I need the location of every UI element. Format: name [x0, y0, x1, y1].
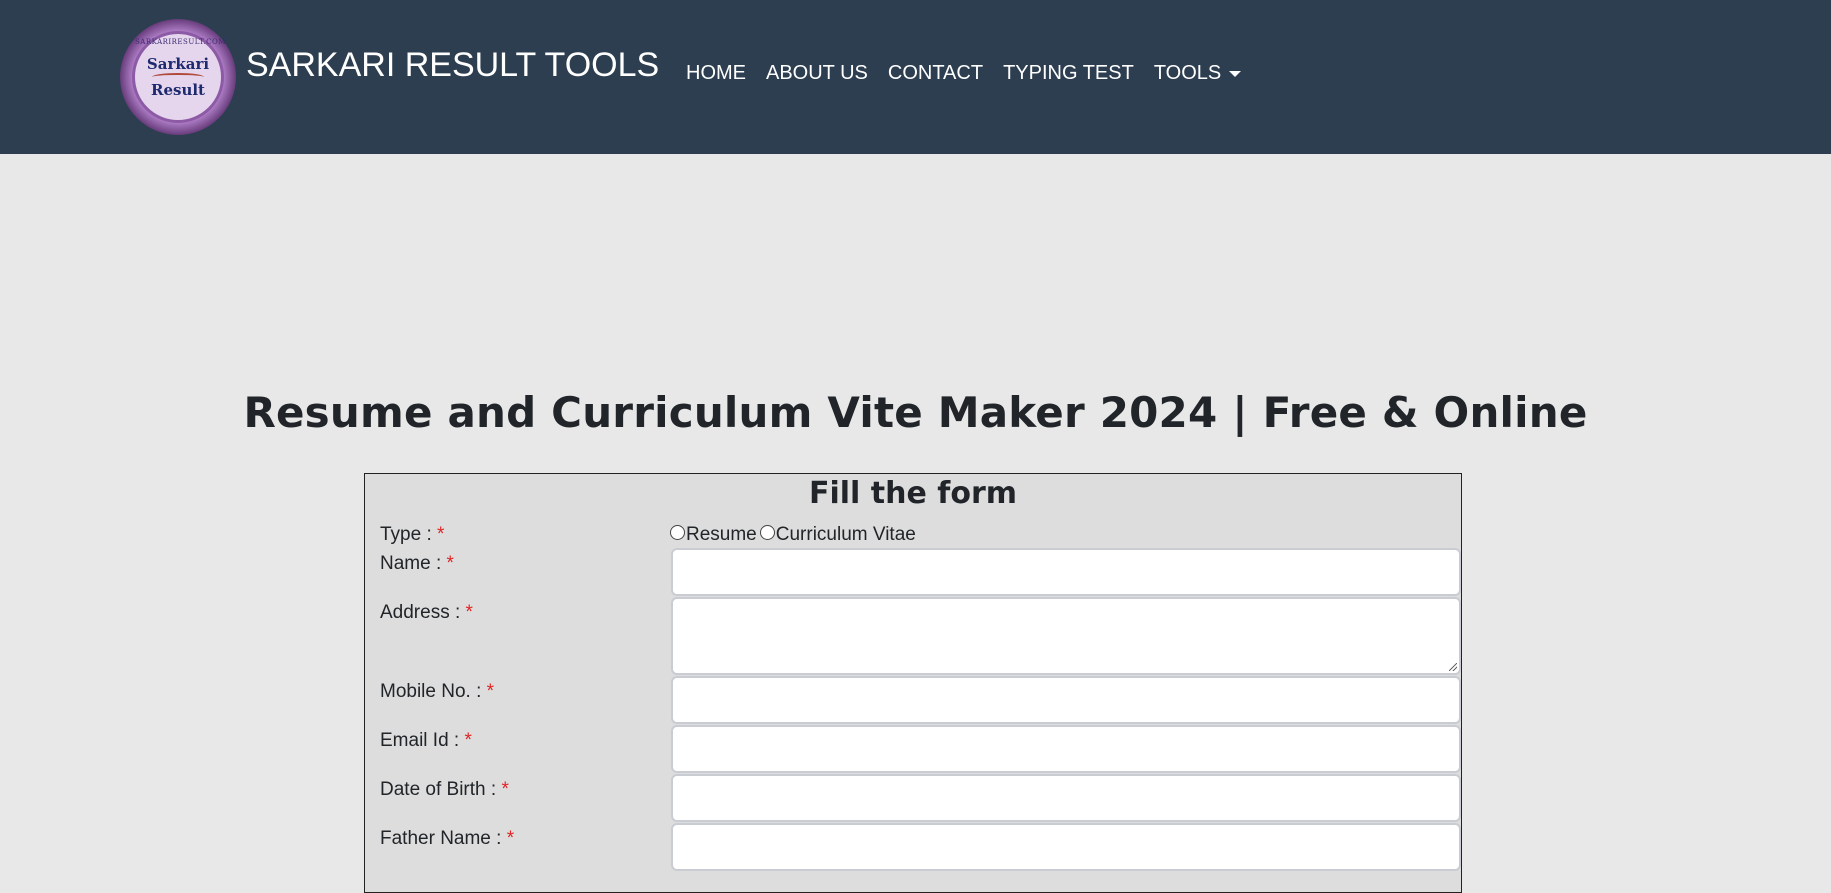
site-logo[interactable]: SARKARIRESULT.COM Sarkari Result	[120, 19, 236, 135]
address-label-text: Address :	[380, 602, 466, 623]
required-mark: *	[506, 828, 515, 849]
radio-cv-label[interactable]: Curriculum Vitae	[776, 524, 916, 546]
mobile-label-text: Mobile No. :	[380, 681, 487, 702]
caret-down-icon	[1229, 70, 1242, 77]
father-label-text: Father Name :	[380, 828, 507, 849]
nav-typing-test[interactable]: TYPING TEST	[1003, 62, 1134, 85]
form-heading: Fill the form	[809, 476, 1017, 511]
required-mark: *	[501, 779, 509, 800]
nav-home-label: HOME	[686, 62, 746, 84]
radio-resume-label[interactable]: Resume	[686, 524, 757, 546]
required-mark: *	[465, 602, 473, 623]
dob-row: Date of Birth : *	[380, 774, 1461, 827]
mobile-input[interactable]	[671, 676, 1461, 724]
type-radio-group: Resume Curriculum Vitae	[670, 524, 916, 546]
name-input[interactable]	[671, 548, 1461, 596]
email-label: Email Id : *	[380, 730, 472, 752]
nav-tools-label: TOOLS	[1153, 62, 1222, 84]
logo-top-word: Sarkari	[146, 55, 210, 73]
dob-input[interactable]	[671, 774, 1461, 822]
nav-contact-label: CONTACT	[887, 62, 984, 84]
email-input[interactable]	[671, 725, 1461, 773]
address-row: Address : *	[380, 597, 1461, 680]
type-label: Type : *	[380, 524, 444, 546]
nav-about-label: ABOUT US	[766, 62, 868, 84]
father-label: Father Name : *	[380, 828, 514, 850]
page-title: Resume and Curriculum Vite Maker 2024 | …	[243, 388, 1588, 437]
logo-wave-icon	[152, 73, 204, 81]
father-row: Father Name : *	[380, 823, 1461, 876]
required-mark: *	[464, 730, 472, 751]
required-mark: *	[446, 553, 454, 574]
resize-grip-icon[interactable]	[1449, 663, 1457, 671]
brand-name[interactable]: SARKARI RESULT TOOLS	[246, 46, 659, 85]
required-mark: *	[437, 524, 445, 545]
type-label-text: Type :	[380, 524, 438, 545]
nav-home[interactable]: HOME	[686, 62, 746, 85]
address-label: Address : *	[380, 602, 473, 624]
type-row: Type : * Resume Curriculum Vitae	[380, 524, 1447, 548]
dob-label: Date of Birth : *	[380, 779, 509, 801]
nav-tools-dropdown[interactable]: TOOLS	[1153, 62, 1242, 85]
name-label-text: Name :	[380, 553, 447, 574]
father-name-input[interactable]	[671, 823, 1461, 871]
name-row: Name : *	[380, 548, 1461, 601]
mobile-row: Mobile No. : *	[380, 676, 1461, 729]
main-nav: HOME ABOUT US CONTACT TYPING TEST TOOLS	[686, 62, 1261, 85]
nav-about-us[interactable]: ABOUT US	[766, 62, 868, 85]
radio-curriculum-vitae[interactable]	[759, 524, 775, 540]
email-label-text: Email Id :	[380, 730, 465, 751]
logo-ring-text: SARKARIRESULT.COM	[135, 38, 226, 46]
address-textarea[interactable]	[671, 597, 1461, 675]
nav-contact[interactable]: CONTACT	[888, 62, 983, 85]
email-row: Email Id : *	[380, 725, 1461, 778]
dob-label-text: Date of Birth :	[380, 779, 502, 800]
logo-badge: SARKARIRESULT.COM Sarkari Result	[132, 31, 226, 123]
required-mark: *	[486, 681, 495, 702]
top-navbar: SARKARIRESULT.COM Sarkari Result SARKARI…	[0, 0, 1831, 154]
nav-typing-label: TYPING TEST	[1003, 62, 1134, 84]
logo-bottom-word: Result	[151, 81, 205, 99]
mobile-label: Mobile No. : *	[380, 681, 494, 703]
name-label: Name : *	[380, 553, 454, 575]
resume-form: Fill the form Type : * Resume Curriculum…	[364, 473, 1462, 893]
radio-resume[interactable]	[670, 524, 685, 540]
